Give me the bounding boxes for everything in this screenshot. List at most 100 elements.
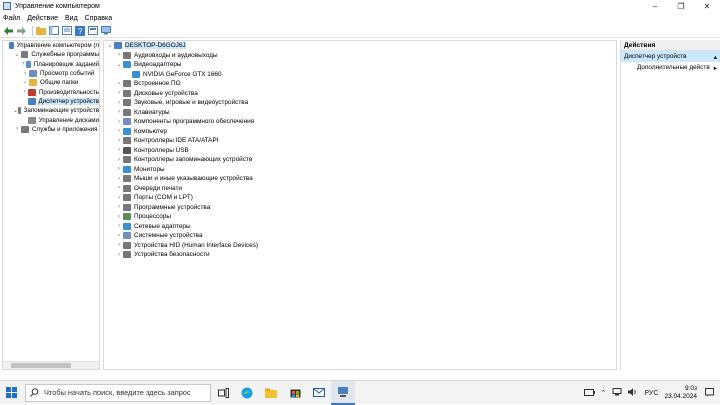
console-tree-item-row[interactable]: › Службы и приложения [3,125,99,134]
expand-chevron-icon[interactable]: › [21,89,28,95]
file-explorer-button[interactable] [259,381,283,405]
task-view-button[interactable] [211,381,235,405]
expand-chevron-icon[interactable]: › [21,71,29,77]
device-category-row[interactable]: › Контроллеры USB [104,146,616,156]
expand-chevron-icon[interactable]: › [115,109,123,115]
expand-chevron-icon[interactable]: › [115,185,123,191]
title-bar[interactable]: Управление компьютером – ❐ ✕ [0,0,720,12]
console-tree-item-row[interactable]: › Производительность [3,87,99,96]
device-manager-pane[interactable]: ⌄ DESKTOP-D6GOJ6J › Аудиовходы и аудиовыход… [103,40,617,370]
console-tree-item-row[interactable]: Управление компьютером (л [3,41,99,50]
menu-action[interactable]: Действие [27,15,58,22]
console-tree-item-row[interactable]: Управление дисками [3,115,99,124]
device-category-row[interactable]: › Дисковые устройства [104,89,616,99]
device-category-row[interactable]: › Программные устройства [104,203,616,213]
clock[interactable]: 9:0з 23.04.2024 [664,385,697,401]
notifications-icon[interactable] [705,387,714,399]
scrollbar-thumb[interactable] [11,363,71,368]
expand-chevron-icon[interactable]: › [115,233,123,239]
device-category-row[interactable]: › Компьютер [104,127,616,137]
console-tree-item-row[interactable]: › Просмотр событий [3,69,99,78]
device-category-row[interactable]: ⌄ Видеоадаптеры [104,60,616,70]
show-hide-tree-icon[interactable] [49,26,59,36]
device-category-row[interactable]: › Клавиатуры [104,108,616,118]
help-icon[interactable]: ? [75,25,85,36]
device-category-row[interactable]: › Аудиовходы и аудиовыходы [104,51,616,61]
horizontal-scrollbar[interactable] [3,361,99,369]
expand-chevron-icon[interactable]: › [115,242,123,248]
collapse-chevron-icon[interactable]: ⌄ [115,61,123,68]
device-category-row[interactable]: › Звуковые, игровые и видеоустройства [104,98,616,108]
monitor-icon[interactable] [101,26,111,36]
device-category-row[interactable]: › Контроллеры запоминающих устройств [104,155,616,165]
device-category-row[interactable]: › Сетевые адаптеры [104,222,616,232]
console-tree-item-row[interactable]: › Планировщик заданий [3,60,99,69]
collapse-up-icon[interactable]: ▴ [714,53,717,61]
console-tree-pane[interactable]: Управление компьютером (л ⌄ Служебные прог… [2,40,100,370]
more-actions-item[interactable]: Дополнительные действ ▸ [621,62,720,73]
expand-chevron-icon[interactable]: › [115,128,123,134]
network-icon[interactable] [612,388,622,398]
device-category-row[interactable]: › Мониторы [104,165,616,175]
expand-chevron-icon[interactable]: › [115,176,123,182]
device-category-row[interactable]: › Мыши и иные указывающие устройства [104,174,616,184]
back-arrow-icon[interactable] [3,26,13,36]
volume-icon[interactable] [628,388,638,398]
hidden-icons-chevron-icon[interactable]: ⌃ [601,389,607,397]
expand-chevron-icon[interactable]: › [115,204,123,210]
forward-arrow-icon[interactable] [16,26,26,36]
device-category-row[interactable]: › Встроенное ПО [104,79,616,89]
expand-chevron-icon[interactable]: › [21,80,29,86]
console-tree-item-row[interactable]: › Общие папки [3,78,99,87]
menu-help[interactable]: Справка [85,15,112,22]
actions-section-device-manager[interactable]: Диспетчер устройств ▴ [621,51,720,62]
expand-chevron-icon[interactable]: › [115,147,123,153]
expand-chevron-icon[interactable]: › [115,138,123,144]
up-folder-icon[interactable] [36,26,46,36]
device-category-row[interactable]: › Компоненты программного обеспечения [104,117,616,127]
close-button[interactable]: ✕ [694,0,720,12]
node-type-icon [123,241,131,249]
collapse-chevron-icon[interactable]: ⌄ [13,51,21,58]
edge-browser-button[interactable] [235,381,259,405]
device-category-row[interactable]: › Устройства HID (Human Interface Devices… [104,241,616,251]
maximize-button[interactable]: ❐ [668,0,694,12]
expand-chevron-icon[interactable]: › [115,90,123,96]
minimize-button[interactable]: – [642,0,668,12]
computer-management-taskbar-button[interactable] [331,380,355,405]
node-type-icon [123,222,131,230]
device-category-row[interactable]: › Процессоры [104,212,616,222]
console-view-icon[interactable] [88,26,98,36]
console-tree-item-row[interactable]: ⌄ Запоминающие устройств [3,106,99,115]
menu-view[interactable]: Вид [65,15,78,22]
device-category-row[interactable]: › Очереди печати [104,184,616,194]
device-category-row[interactable]: NVIDIA GeForce GTX 1660 [104,70,616,80]
console-tree-item-row[interactable]: Диспетчер устройств [3,97,99,106]
expand-chevron-icon[interactable]: › [115,81,123,87]
taskbar-search-box[interactable]: Чтобы начать поиск, введите здесь запрос [25,383,211,402]
device-category-row[interactable]: › Устройства безопасности [104,250,616,260]
properties-icon[interactable] [62,26,72,36]
expand-chevron-icon[interactable]: › [115,195,123,201]
expand-chevron-icon[interactable]: › [115,119,123,125]
input-language[interactable]: РУС [644,390,658,397]
expand-chevron-icon[interactable]: › [115,214,123,220]
console-tree-item-row[interactable]: ⌄ Служебные программы [3,50,99,59]
collapse-chevron-icon[interactable]: ⌄ [106,42,114,49]
expand-chevron-icon[interactable]: › [115,223,123,229]
start-button[interactable] [0,381,22,405]
expand-chevron-icon[interactable]: › [115,100,123,106]
expand-chevron-icon[interactable]: › [115,157,123,163]
expand-chevron-icon[interactable]: › [115,252,123,258]
menu-file[interactable]: Файл [3,15,20,22]
expand-chevron-icon[interactable]: › [13,126,21,132]
battery-icon[interactable] [583,388,595,398]
device-category-row[interactable]: › Контроллеры IDE ATA/ATAPI [104,136,616,146]
mail-button[interactable] [307,381,331,405]
device-category-row[interactable]: › Порты (COM и LPT) [104,193,616,203]
expand-chevron-icon[interactable]: › [115,166,123,172]
expand-chevron-icon[interactable]: › [115,52,123,58]
device-category-row[interactable]: ⌄ DESKTOP-D6GOJ6J [104,41,616,51]
store-button[interactable] [283,381,307,405]
device-category-row[interactable]: › Системные устройства [104,231,616,241]
